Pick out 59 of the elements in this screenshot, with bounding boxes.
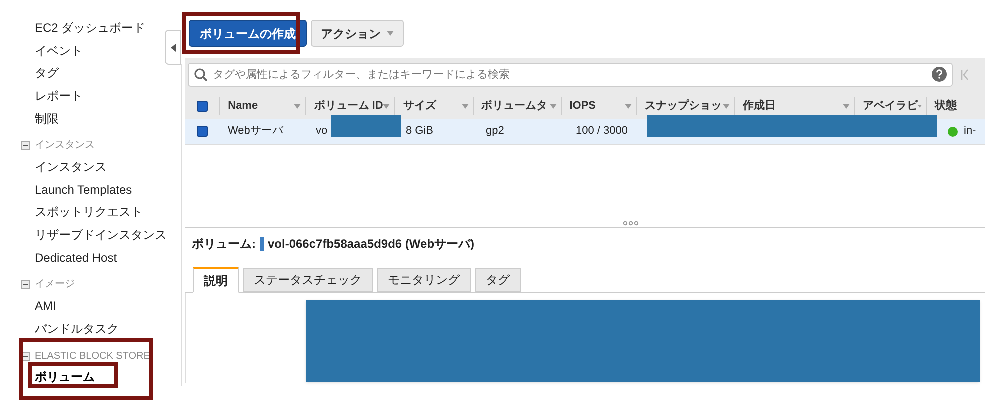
column-header[interactable]: ボリュームタ: [482, 98, 548, 114]
table-cell-text: in-: [964, 124, 976, 140]
sidebar-item[interactable]: 制限: [35, 110, 59, 128]
volume-marker-icon: [260, 237, 264, 251]
column-header[interactable]: 状態: [935, 98, 958, 114]
caret-icon: [625, 104, 632, 108]
column-header[interactable]: Name: [228, 98, 258, 114]
caret-icon: [383, 104, 390, 108]
collapse-icon[interactable]: [21, 141, 30, 150]
sidebar-item[interactable]: EC2 ダッシュボード: [35, 19, 146, 38]
checkbox[interactable]: [197, 126, 208, 137]
table-cell: 100 / 3000: [576, 125, 628, 138]
details-title: vol-066c7fb58aaa5d9d6 (Webサーバ): [268, 236, 475, 253]
sidebar-item[interactable]: レポート: [35, 87, 83, 106]
table-cell: vo: [316, 125, 328, 138]
caret-icon: [918, 104, 922, 108]
section-heading: ELASTIC BLOCK STORE: [35, 350, 150, 364]
tab[interactable]: モニタリング: [377, 268, 471, 292]
column-header[interactable]: ボリューム ID: [314, 98, 384, 114]
tab[interactable]: ステータスチェック: [243, 268, 373, 292]
column-header[interactable]: 作成日: [742, 98, 776, 114]
checkbox[interactable]: [196, 100, 208, 112]
table-cell: Webサーバ: [228, 125, 284, 138]
caret-icon: [387, 31, 394, 36]
sidebar-item[interactable]: リザーブドインスタンス: [35, 226, 167, 244]
column-header[interactable]: IOPS: [570, 98, 596, 114]
caret-icon: [462, 104, 469, 108]
table-cell: 8 GiB: [406, 125, 434, 138]
sidebar-item[interactable]: Dedicated Host: [35, 248, 118, 267]
redaction-block: [331, 115, 401, 137]
search-field[interactable]: タグや属性によるフィルター、またはキーワードによる検索: [188, 63, 953, 87]
collapse-icon[interactable]: [21, 280, 30, 290]
sidebar-item[interactable]: ボリューム: [35, 368, 95, 386]
caret-icon: [550, 104, 557, 108]
sidebar-item[interactable]: バンドルタスク: [35, 320, 119, 338]
sidebar-item[interactable]: Launch Templates: [35, 180, 132, 199]
caret-icon: [294, 104, 302, 108]
column-header[interactable]: アベイラビ: [863, 98, 918, 114]
create-volume-button[interactable]: ボリュームの作成: [189, 20, 307, 47]
sidebar-item[interactable]: イベント: [35, 42, 83, 60]
sidebar-item[interactable]: インスタンス: [35, 158, 107, 176]
help-icon[interactable]: [932, 67, 947, 82]
sidebar-item[interactable]: AMI: [35, 297, 56, 316]
table-cell: gp2: [486, 125, 504, 138]
search-icon: [194, 68, 208, 82]
collapse-handle[interactable]: [165, 30, 181, 65]
resize-handle[interactable]: [623, 221, 639, 226]
column-header[interactable]: サイズ: [403, 98, 436, 114]
section-heading: インスタンス: [35, 139, 95, 154]
caret-icon: [843, 104, 850, 108]
column-header[interactable]: スナップショッ: [645, 98, 722, 114]
section-heading: イメージ: [35, 278, 75, 292]
sidebar-item[interactable]: タグ: [35, 64, 59, 82]
tab[interactable]: タグ: [475, 268, 521, 292]
details-label: ボリューム:: [192, 236, 256, 253]
actions-dropdown[interactable]: アクション: [311, 20, 404, 47]
sidebar-item[interactable]: スポットリクエスト: [35, 203, 143, 222]
tab[interactable]: 説明: [193, 267, 239, 293]
caret-icon: [722, 104, 730, 108]
